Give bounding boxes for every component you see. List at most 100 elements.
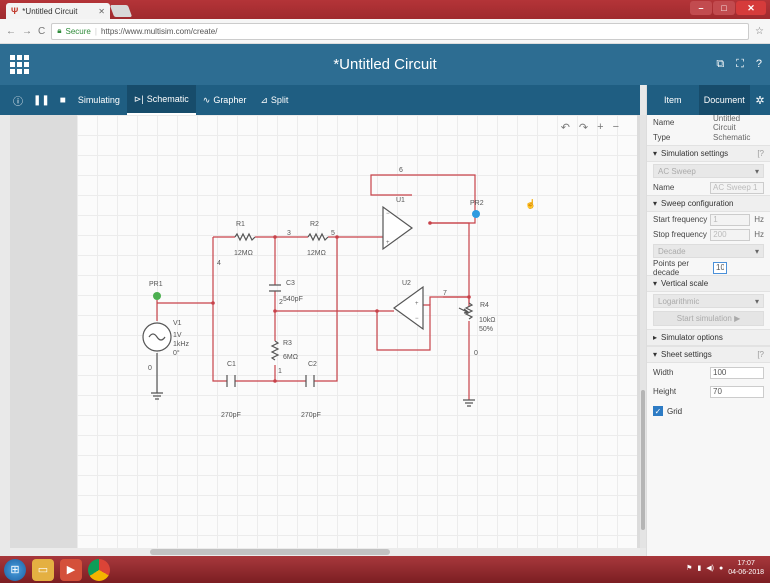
forward-icon[interactable]: →	[22, 26, 32, 37]
close-tab-icon[interactable]: ✕	[98, 7, 105, 16]
bookmark-star-icon[interactable]: ☆	[755, 26, 764, 37]
tab-split[interactable]: ⊿ Split	[253, 85, 295, 115]
schematic-icon: ⊳|	[133, 93, 144, 104]
dropdown-arrow-icon: ▾	[754, 246, 759, 256]
help-bracket-icon[interactable]: [?	[757, 350, 764, 359]
stop-frequency-input[interactable]	[710, 228, 751, 241]
simulation-settings-section[interactable]: ▾ Simulation settings [?	[647, 145, 770, 162]
zoom-controls: ↶ ↷ + −	[561, 121, 619, 134]
points-per-decade-input[interactable]	[713, 261, 727, 274]
r4-setting: 50%	[479, 326, 493, 333]
minimize-icon[interactable]: –	[690, 1, 712, 15]
gear-icon[interactable]: ✲	[750, 85, 770, 115]
panel-tabs: Item Document ✲	[647, 85, 770, 115]
analysis-name-input[interactable]	[710, 181, 764, 194]
sheet-settings-section[interactable]: ▾ Sheet settings [?	[647, 346, 770, 363]
help-icon[interactable]: ?	[756, 58, 762, 71]
network-icon[interactable]: ▮	[697, 564, 701, 572]
url-input[interactable]: 🔒︎ Secure | https://www.multisim.com/cre…	[51, 22, 750, 40]
stop-frequency-label: Stop frequency	[653, 230, 707, 239]
start-frequency-label: Start frequency	[653, 215, 708, 224]
sheet-height-label: Height	[653, 387, 677, 396]
zoom-in-icon[interactable]: +	[597, 121, 603, 134]
horizontal-scrollbar[interactable]	[10, 548, 640, 556]
r4-value: 10kΩ	[479, 317, 496, 324]
schematic-canvas-area[interactable]: − + + − ☝ R1 12MΩ R2 12MΩ R3 6MΩ R4 10kΩ 5…	[10, 115, 640, 548]
vertical-scale-section[interactable]: ▾ Vertical scale	[647, 275, 770, 292]
sheet-width-input[interactable]	[710, 366, 764, 379]
browser-tab-bar: Ψ *Untitled Circuit ✕ – □ ✕	[0, 0, 770, 19]
new-tab-button[interactable]	[109, 5, 133, 17]
vertical-scrollbar-thumb[interactable]	[641, 390, 645, 530]
redo-icon[interactable]: ↷	[579, 121, 588, 134]
tab-document[interactable]: Document	[698, 85, 750, 115]
info-icon[interactable]: ⓘ	[8, 93, 28, 108]
v1-amplitude: 1V	[173, 332, 182, 339]
r1-value: 12MΩ	[234, 250, 253, 257]
points-per-decade-row: Points per decade	[647, 259, 770, 277]
analysis-select[interactable]: AC Sweep ▾	[653, 164, 764, 178]
zoom-out-icon[interactable]: −	[613, 121, 619, 134]
window-controls: – □ ✕	[690, 1, 766, 15]
node-6: 6	[399, 167, 403, 174]
c1-value: 270pF	[221, 412, 241, 419]
tab-item[interactable]: Item	[647, 85, 699, 115]
file-explorer-icon[interactable]: ▭	[32, 558, 54, 581]
volume-icon[interactable]: ◀)	[706, 564, 714, 572]
system-tray: ⚑ ▮ ◀) ● 17:07 04-06-2018	[686, 559, 764, 577]
grapher-wave-icon: ∿	[202, 94, 211, 105]
media-player-icon[interactable]: ▶	[60, 558, 82, 581]
vertical-scale-label: Vertical scale	[661, 279, 709, 288]
node-2: 2	[279, 299, 283, 306]
sweep-type-select[interactable]: Decade ▾	[653, 244, 764, 258]
schematic-sheet[interactable]: − + + − ☝ R1 12MΩ R2 12MΩ R3 6MΩ R4 10kΩ 5…	[77, 115, 637, 548]
address-bar: ← → C 🔒︎ Secure | https://www.multisim.c…	[0, 19, 770, 44]
maximize-icon[interactable]: □	[713, 1, 735, 15]
start-button-icon[interactable]: ⊞	[4, 558, 26, 581]
clock[interactable]: 17:07 04-06-2018	[728, 559, 764, 577]
sheet-settings-label: Sheet settings	[661, 350, 712, 359]
back-icon[interactable]: ←	[6, 26, 16, 37]
sheet-height-input[interactable]	[710, 385, 764, 398]
simulator-options-section[interactable]: ▸ Simulator options	[647, 329, 770, 346]
probe-pr1[interactable]	[153, 292, 161, 300]
tab-item-label: Item	[663, 95, 682, 105]
flag-icon[interactable]: ⚑	[686, 564, 692, 572]
close-window-icon[interactable]: ✕	[736, 1, 766, 15]
schematic-drawing: − + + − ☝ R1 12MΩ R2 12MΩ R3 6MΩ R4 10kΩ 5…	[142, 167, 536, 419]
antivirus-icon[interactable]: ●	[719, 565, 723, 572]
header-icons: ⧉ ⛶ ?	[716, 58, 762, 71]
stop-icon[interactable]: ■	[55, 95, 71, 106]
start-simulation-button[interactable]: Start simulation ▶	[653, 311, 764, 326]
horizontal-scrollbar-thumb[interactable]	[150, 549, 390, 555]
help-bracket-icon[interactable]: [?	[757, 149, 764, 158]
tab-grapher[interactable]: ∿ Grapher	[196, 85, 254, 115]
start-frequency-input[interactable]	[710, 213, 751, 226]
reload-icon[interactable]: C	[38, 26, 45, 37]
undo-icon[interactable]: ↶	[561, 121, 570, 134]
url-separator: |	[94, 26, 97, 36]
tab-schematic[interactable]: ⊳| Schematic	[126, 85, 196, 115]
c1-name: C1	[227, 361, 236, 368]
pause-icon[interactable]: ❚❚	[28, 95, 55, 106]
grid-checkbox[interactable]: ✓	[653, 406, 663, 416]
tab-split-label: Split	[270, 95, 289, 105]
clock-time: 17:07	[737, 560, 755, 567]
node-7: 7	[443, 290, 447, 297]
analysis-select-value: AC Sweep	[658, 166, 696, 176]
share-icon[interactable]: ⧉	[716, 58, 724, 71]
tab-schematic-label: Schematic	[146, 94, 189, 104]
scale-type-select[interactable]: Logarithmic ▾	[653, 294, 764, 308]
grid-label: Grid	[667, 406, 683, 416]
sweep-configuration-section[interactable]: ▾ Sweep configuration	[647, 195, 770, 212]
pr1-label: PR1	[149, 281, 163, 288]
fullscreen-icon[interactable]: ⛶	[736, 58, 744, 71]
pr2-label: PR2	[470, 200, 484, 207]
c2-value: 270pF	[301, 412, 321, 419]
tab-simulating[interactable]: Simulating	[71, 85, 127, 115]
chrome-icon[interactable]	[88, 558, 110, 581]
r4-name: R4	[480, 302, 489, 309]
browser-tab[interactable]: Ψ *Untitled Circuit ✕	[6, 3, 110, 19]
probe-pr2[interactable]	[472, 210, 480, 218]
svg-text:+: +	[415, 301, 419, 307]
